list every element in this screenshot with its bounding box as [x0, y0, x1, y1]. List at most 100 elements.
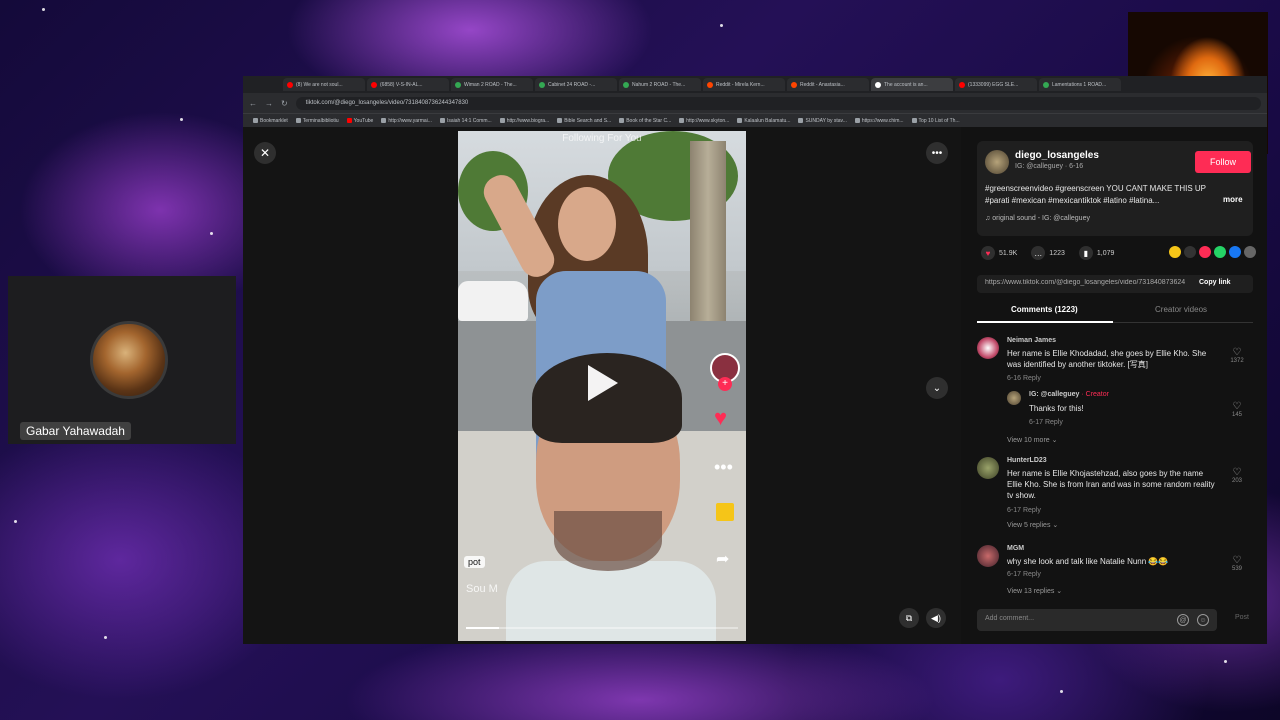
comment-icon[interactable]: •••	[714, 457, 733, 478]
follow-plus-icon[interactable]: +	[718, 377, 732, 391]
post-info-card: diego_losangeles IG: @calleguey · 6-16 F…	[977, 141, 1253, 236]
chevron-down-icon: ⌄	[932, 382, 942, 394]
author-name[interactable]: diego_losangeles	[1015, 150, 1099, 161]
view-more-replies[interactable]: View 5 replies ⌄	[1007, 521, 1058, 529]
forward-icon[interactable]: →	[265, 99, 273, 108]
bookmark-icon[interactable]	[716, 503, 734, 521]
share-yellow-icon[interactable]	[1169, 246, 1181, 258]
save-action[interactable]: ▮ 1,079	[1078, 246, 1114, 260]
comment-icon: …	[1031, 246, 1046, 260]
bookmark[interactable]: Bookmarklet	[253, 118, 288, 124]
reload-icon[interactable]: ↻	[281, 99, 288, 108]
reply-like[interactable]: ♡ 145	[1225, 401, 1249, 418]
comment-action[interactable]: … 1223	[1031, 246, 1065, 260]
bookmarks-bar: Bookmarklet Terminalbibliotiu YouTube ht…	[243, 113, 1267, 127]
participant-name: Gabar Yahawadah	[20, 422, 131, 440]
browser-tab[interactable]: Wiman 2 ROAD - The...	[451, 78, 533, 91]
share-pink-icon[interactable]	[1199, 246, 1211, 258]
browser-tab-active[interactable]: The account is an...	[871, 78, 953, 91]
commenter-name[interactable]: HunterLD23	[1007, 457, 1047, 464]
more-options-button[interactable]: •••	[926, 142, 948, 164]
reply-meta[interactable]: 6-17 Reply	[1029, 419, 1063, 426]
tab-comments[interactable]: Comments (1223)	[1011, 305, 1078, 314]
view-more-replies[interactable]: View 10 more ⌄	[1007, 436, 1057, 444]
emoji-icon[interactable]: ☺	[1197, 614, 1209, 626]
video-frame[interactable]: Following For You + ♥ ••• ➦ pot Sou M	[458, 131, 746, 641]
next-video-button[interactable]: ⌄	[926, 377, 948, 399]
feed-header: Following For You	[562, 133, 642, 144]
comment-like[interactable]: ♡ 1372	[1225, 347, 1249, 364]
bookmark[interactable]: YouTube	[346, 118, 373, 124]
bookmark[interactable]: Bible Search and S...	[557, 118, 611, 124]
creator-reply-avatar[interactable]	[1007, 391, 1021, 405]
browser-tab[interactable]: Lamentations 1 ROAD...	[1039, 78, 1121, 91]
comment-placeholder: Add comment...	[985, 615, 1035, 622]
bookmark[interactable]: Terminalbibliotiu	[295, 118, 339, 124]
volume-button[interactable]: ◀)	[926, 608, 946, 628]
share-embed-icon[interactable]	[1184, 246, 1196, 258]
share-whatsapp-icon[interactable]	[1214, 246, 1226, 258]
follow-button[interactable]: Follow	[1195, 151, 1251, 173]
more-link[interactable]: more	[1223, 195, 1243, 204]
commenter-avatar[interactable]	[977, 457, 999, 479]
commenter-name[interactable]: Neiman James	[1007, 337, 1056, 344]
comment-input[interactable]: Add comment... @ ☺	[977, 609, 1217, 631]
commenter-avatar[interactable]	[977, 545, 999, 567]
post-button[interactable]: Post	[1235, 614, 1249, 621]
bookmark[interactable]: https://www.chim...	[854, 118, 904, 124]
tab-favicon-icon	[707, 81, 713, 88]
share-icon[interactable]: ➦	[716, 549, 729, 569]
video-progress-track[interactable]	[466, 627, 738, 629]
comment-meta[interactable]: 6-17 Reply	[1007, 571, 1041, 578]
browser-tab[interactable]: (1333099) EGG SLE...	[955, 78, 1037, 91]
comment-like-count: 1372	[1230, 358, 1244, 364]
tab-creator-videos[interactable]: Creator videos	[1155, 305, 1207, 314]
sound-label[interactable]: ♫ original sound - IG: @calleguey	[985, 215, 1090, 222]
browser-tab[interactable]: (8) We are not soul...	[283, 78, 365, 91]
browser-tab[interactable]: Reddit - Anastasia...	[787, 78, 869, 91]
background-star	[14, 520, 17, 523]
picture-in-picture-button[interactable]: ⧉	[899, 608, 919, 628]
commenter-avatar[interactable]	[977, 337, 999, 359]
bookmark[interactable]: http://www.yarmai...	[381, 118, 432, 124]
folder-icon	[295, 118, 301, 123]
play-icon[interactable]	[588, 365, 618, 401]
browser-tab[interactable]: Nahum 2 ROAD - The...	[619, 78, 701, 91]
bookmark[interactable]: Kalaalun Balamatu...	[737, 118, 790, 124]
comment-like[interactable]: ♡ 203	[1225, 467, 1249, 484]
browser-tab[interactable]: Reddit - Mirela Kern...	[703, 78, 785, 91]
comment-meta[interactable]: 6-16 Reply	[1007, 375, 1041, 382]
bookmark-label: Top 10 List of Th...	[918, 117, 960, 124]
tab-title: The account is an...	[884, 81, 928, 88]
like-action[interactable]: ♥ 51.9K	[981, 246, 1017, 260]
heart-icon: ♥	[981, 246, 995, 260]
back-icon[interactable]: ←	[249, 99, 257, 108]
commenter-name[interactable]: MGM	[1007, 545, 1024, 552]
tab-favicon-icon	[371, 81, 377, 88]
bookmark[interactable]: SUNDAY by stav...	[798, 118, 847, 124]
bookmark-label: Book of the Star C...	[626, 117, 672, 124]
share-facebook-icon[interactable]	[1229, 246, 1241, 258]
video-username-chip[interactable]: pot	[464, 556, 485, 568]
video-man-shirt	[506, 561, 716, 641]
bookmark[interactable]: http://www.skyton...	[679, 118, 729, 124]
view-more-replies[interactable]: View 13 replies ⌄	[1007, 587, 1062, 595]
bookmark[interactable]: http://www.biogra...	[499, 118, 549, 124]
post-link[interactable]: https://www.tiktok.com/@diego_losangeles…	[985, 279, 1185, 286]
mention-icon[interactable]: @	[1177, 614, 1189, 626]
comment-meta[interactable]: 6-17 Reply	[1007, 507, 1041, 514]
share-arrow-icon[interactable]	[1244, 246, 1256, 258]
bookmark[interactable]: Isaiah 14:1 Comm...	[439, 118, 492, 124]
share-options	[1169, 246, 1256, 258]
browser-tab[interactable]: Cabinet 24 ROAD -...	[535, 78, 617, 91]
author-avatar[interactable]	[985, 150, 1009, 174]
heart-icon[interactable]: ♥	[714, 405, 727, 431]
close-button[interactable]: ✕	[254, 142, 276, 164]
bookmark[interactable]: Top 10 List of Th...	[911, 117, 960, 124]
copy-link-button[interactable]: Copy link	[1199, 279, 1231, 286]
comment-like[interactable]: ♡ 539	[1225, 555, 1249, 572]
reply-author[interactable]: IG: @calleguey · Creator	[1029, 391, 1109, 398]
bookmark[interactable]: Book of the Star C...	[619, 118, 671, 124]
url-field[interactable]: tiktok.com/@diego_losangeles/video/73184…	[295, 96, 1261, 110]
browser-tab[interactable]: (6858) V-S-IN-AL...	[367, 78, 449, 91]
